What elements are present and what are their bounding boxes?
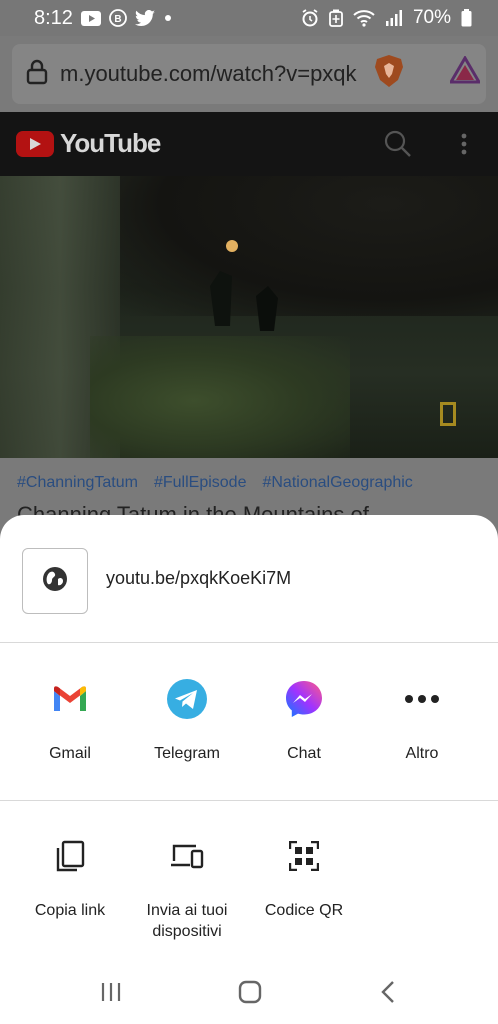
video-figures <box>210 240 278 331</box>
share-app-telegram[interactable]: Telegram <box>128 675 246 764</box>
status-time: 8:12 <box>34 6 73 29</box>
wifi-icon <box>353 9 375 27</box>
action-label: Copia link <box>34 902 106 919</box>
browser-toolbar: m.youtube.com/watch?v=pxqk <box>0 36 498 112</box>
youtube-notification-icon <box>80 10 101 26</box>
battery-icon <box>461 9 472 27</box>
b-notification-icon: B <box>109 9 127 27</box>
divider <box>0 800 498 801</box>
youtube-logo[interactable]: YouTube <box>16 128 161 159</box>
svg-text:B: B <box>114 14 121 25</box>
hashtag-link[interactable]: #ChanningTatum <box>17 474 138 492</box>
lock-icon <box>26 59 48 90</box>
dot-notification-icon <box>163 13 173 23</box>
twitter-notification-icon <box>134 10 155 26</box>
share-link-text: youtu.be/pxqkKoeKi7M <box>106 568 292 588</box>
natgeo-logo <box>440 402 456 426</box>
youtube-header: YouTube <box>0 112 498 176</box>
more-icon <box>398 675 446 723</box>
hashtag-link[interactable]: #FullEpisode <box>154 474 247 492</box>
share-sheet: youtu.be/pxqkKoeKi7M Gmail Telegram Chat… <box>0 515 498 959</box>
more-vert-icon[interactable] <box>460 132 468 161</box>
action-label: Invia ai tuoi dispositivi <box>146 902 228 940</box>
android-nav-bar <box>0 959 498 1024</box>
copy-link-button[interactable]: Copia link <box>11 832 129 921</box>
hashtag-list: #ChanningTatum #FullEpisode #NationalGeo… <box>17 474 413 492</box>
hashtag-link[interactable]: #NationalGeographic <box>262 474 412 492</box>
youtube-play-icon <box>16 130 54 157</box>
status-bar: 8:12 B 70% <box>0 0 498 36</box>
signal-icon <box>385 10 403 26</box>
battery-saver-icon <box>329 9 343 27</box>
video-player[interactable] <box>0 176 498 458</box>
devices-icon <box>163 832 211 880</box>
youtube-logo-text: YouTube <box>60 128 161 158</box>
home-icon[interactable] <box>238 980 262 1009</box>
back-icon[interactable] <box>380 980 396 1009</box>
address-bar[interactable]: m.youtube.com/watch?v=pxqk <box>12 44 486 104</box>
globe-icon <box>41 565 69 598</box>
search-icon[interactable] <box>384 130 412 163</box>
share-app-more[interactable]: Altro <box>363 675 481 764</box>
share-app-label: Gmail <box>49 745 91 762</box>
share-app-gmail[interactable]: Gmail <box>11 675 129 764</box>
alarm-icon <box>301 9 319 27</box>
telegram-icon <box>163 675 211 723</box>
brave-rewards-icon[interactable] <box>448 55 482 89</box>
divider <box>0 642 498 643</box>
link-preview-thumbnail <box>22 548 88 614</box>
qr-code-icon <box>280 832 328 880</box>
share-apps-row: Gmail Telegram Chat Altro <box>0 645 498 800</box>
copy-icon <box>46 832 94 880</box>
share-app-chat[interactable]: Chat <box>245 675 363 764</box>
brave-shield-icon[interactable] <box>374 54 404 93</box>
share-app-label: Altro <box>405 745 439 762</box>
share-app-label: Chat <box>287 745 321 762</box>
share-actions-row: Copia link Invia ai tuoi dispositivi Cod… <box>0 802 498 959</box>
messenger-icon <box>280 675 328 723</box>
url-text: m.youtube.com/watch?v=pxqk <box>60 61 357 86</box>
gmail-icon <box>46 675 94 723</box>
recent-apps-icon[interactable] <box>100 981 122 1008</box>
action-label: Codice QR <box>264 902 344 919</box>
qr-code-button[interactable]: Codice QR <box>245 832 363 921</box>
send-to-devices-button[interactable]: Invia ai tuoi dispositivi <box>128 832 246 942</box>
battery-percent: 70% <box>412 7 451 28</box>
share-link-row: youtu.be/pxqkKoeKi7M <box>0 515 498 643</box>
share-app-label: Telegram <box>154 745 220 762</box>
